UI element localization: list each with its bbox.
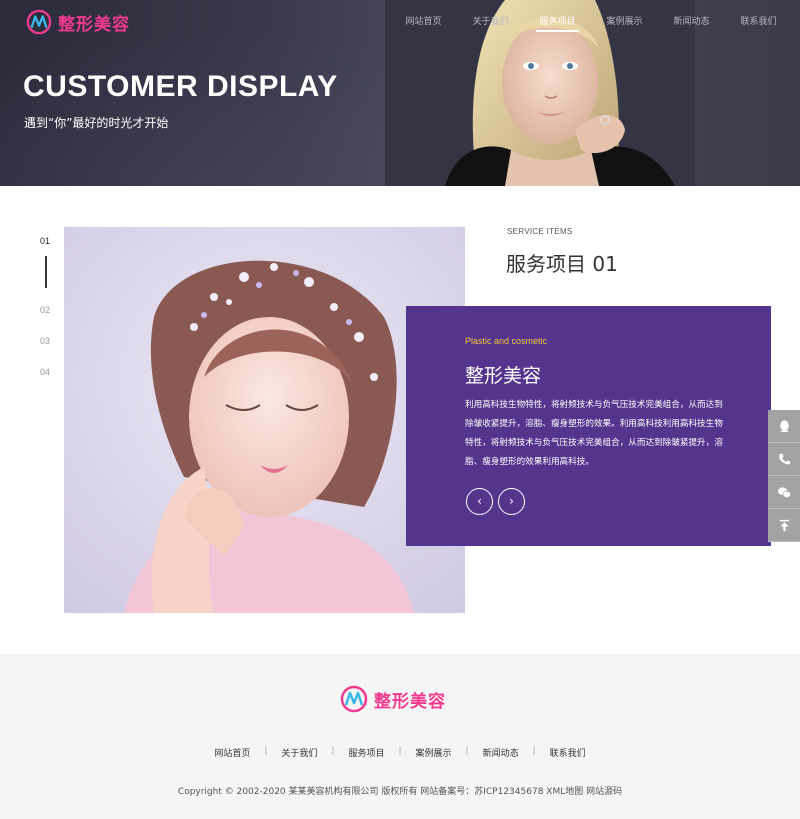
pager-active-line [45,256,47,288]
pager-item[interactable]: 03 [40,336,60,367]
brand-name: 整形美容 [58,14,130,35]
nav-item-services[interactable]: 服务项目 [524,16,591,34]
main-nav: 网站首页 关于我们 服务项目 案例展示 新闻动态 联系我们 [390,16,792,34]
nav-item-home[interactable]: 网站首页 [390,16,457,34]
footer: 整形美容 网站首页 | 关于我们 | 服务项目 | 案例展示 | 新闻动态 | … [0,654,800,819]
footer-link-services[interactable]: 服务项目 [334,746,398,759]
hero-subtitle: 遇到“你”最好的时光才开始 [24,116,169,130]
next-slide-button[interactable]: › [498,488,525,515]
qq-button[interactable] [768,410,800,443]
footer-brand-name: 整形美容 [374,691,446,712]
nav-item-news[interactable]: 新闻动态 [658,16,725,34]
footer-link-cases[interactable]: 案例展示 [402,746,466,759]
service-card: Plastic and cosmetic 整形美容 利用高科技生物特性，将射频技… [406,306,771,546]
pager-item[interactable]: 02 [40,305,60,336]
page: 整形美容 网站首页 关于我们 服务项目 案例展示 新闻动态 联系我们 CUSTO… [0,0,800,819]
nav-item-about[interactable]: 关于我们 [457,16,524,34]
footer-logo[interactable]: 整形美容 [340,685,446,713]
service-kicker: SERVICE ITEMS [507,227,573,236]
hero-title: CUSTOMER DISPLAY [23,70,338,103]
phone-button[interactable] [768,443,800,476]
footer-nav: 网站首页 | 关于我们 | 服务项目 | 案例展示 | 新闻动态 | 联系我们 [0,746,800,759]
card-title: 整形美容 [465,365,542,387]
back-to-top-icon [779,519,789,531]
brand-logo-icon [26,9,52,35]
phone-icon [778,453,790,464]
footer-link-home[interactable]: 网站首页 [200,746,264,759]
nav-item-cases[interactable]: 案例展示 [591,16,658,34]
footer-link-news[interactable]: 新闻动态 [469,746,533,759]
back-to-top-button[interactable] [768,509,800,542]
service-photo [64,227,465,613]
pager-item[interactable]: 01 [40,236,60,305]
footer-link-contact[interactable]: 联系我们 [536,746,600,759]
pager-item[interactable]: 04 [40,367,60,398]
chevron-left-icon: ‹ [477,494,482,508]
wechat-icon [777,486,791,498]
footer-link-about[interactable]: 关于我们 [267,746,331,759]
service-title: 服务项目 01 [506,252,618,276]
wechat-button[interactable] [768,476,800,509]
brand-logo[interactable]: 整形美容 [26,9,130,35]
prev-slide-button[interactable]: ‹ [466,488,493,515]
hero-banner: 整形美容 网站首页 关于我们 服务项目 案例展示 新闻动态 联系我们 CUSTO… [0,0,800,186]
qq-icon [779,419,789,432]
copyright-text: Copyright © 2002-2020 某某美容机构有限公司 版权所有 网站… [177,787,623,797]
nav-item-contact[interactable]: 联系我们 [725,16,792,34]
slide-pager: 01 02 03 04 [40,236,60,398]
card-description: 利用高科技生物特性，将射频技术与负气压技术完美组合，从而达到除皱收紧提升，溶脂、… [465,400,723,467]
side-toolbar [768,410,800,542]
pager-number: 01 [40,236,51,246]
card-kicker: Plastic and cosmetic [465,336,548,346]
brand-logo-icon [340,685,368,713]
chevron-right-icon: › [509,494,514,508]
